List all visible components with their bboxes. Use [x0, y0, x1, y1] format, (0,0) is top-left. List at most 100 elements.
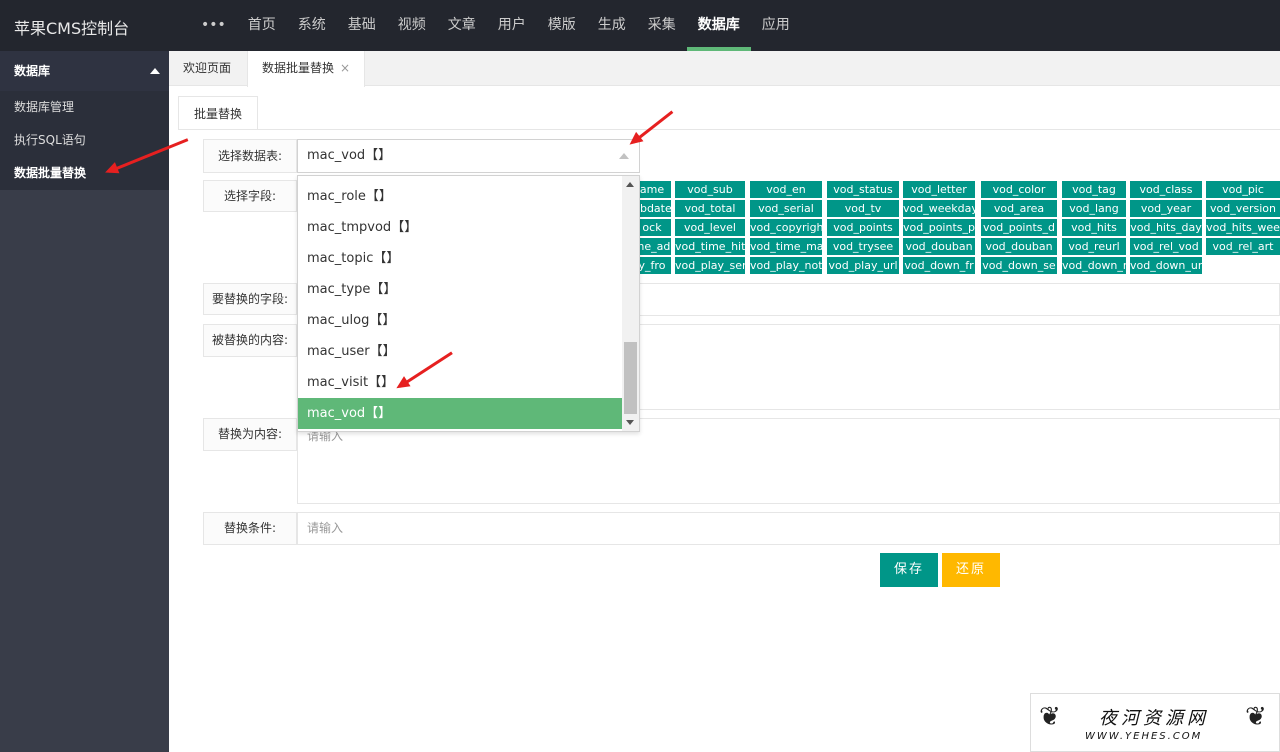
sidebar-item-batch-replace[interactable]: 数据批量替换 — [0, 157, 169, 190]
table-select[interactable]: mac_vod【】 — [297, 139, 640, 173]
field-chip[interactable]: vod_reurl — [1062, 238, 1126, 255]
field-chip[interactable]: vod_time_hits — [675, 238, 745, 255]
close-icon[interactable]: × — [340, 61, 350, 75]
field-chip[interactable]: vod_play_url — [827, 257, 899, 274]
field-chip[interactable]: vod_lang — [1062, 200, 1126, 217]
dropdown-option[interactable]: mac_visit【】 — [298, 367, 622, 398]
field-chip[interactable]: vod_level — [675, 219, 745, 236]
field-chip[interactable]: vod_douban — [903, 238, 975, 255]
field-chip[interactable]: vod_rel_vod — [1130, 238, 1202, 255]
field-chip[interactable]: vod_hits_day — [1130, 219, 1202, 236]
caret-up-icon — [150, 68, 160, 74]
subtab-divider — [178, 129, 1280, 130]
field-chip[interactable]: vod_copyright — [750, 219, 822, 236]
field-chip[interactable]: vod_play_ser — [675, 257, 745, 274]
ornament-icon: ❦ — [1039, 702, 1061, 732]
field-chip[interactable]: vod_letter — [903, 181, 975, 198]
top-nav-user[interactable]: 用户 — [487, 0, 537, 51]
top-nav-system[interactable]: 系统 — [287, 0, 337, 51]
dropdown-option[interactable]: mac_type【】 — [298, 274, 622, 305]
field-chip[interactable]: vod_douban — [981, 238, 1057, 255]
dropdown-option[interactable]: mac_role【】 — [298, 181, 622, 212]
ornament-icon: ❦ — [1245, 702, 1267, 732]
condition-input[interactable]: 请输入 — [297, 512, 1280, 545]
field-chip[interactable]: vod_down_se — [981, 257, 1057, 274]
replace-with-label: 替换为内容: — [203, 418, 297, 451]
field-chip[interactable]: vod_en — [750, 181, 822, 198]
field-chip[interactable]: vod_points — [827, 219, 899, 236]
top-nav-database[interactable]: 数据库 — [686, 0, 751, 51]
field-chip[interactable]: vod_weekday — [903, 200, 975, 217]
watermark: ❦ 夜河资源网 WWW.YEHES.COM ❦ — [1030, 693, 1280, 752]
top-nav-home[interactable]: 首页 — [237, 0, 287, 51]
dropdown-option[interactable]: mac_ulog【】 — [298, 305, 622, 336]
field-chip[interactable]: vod_down_fr — [903, 257, 975, 274]
reset-button[interactable]: 还原 — [942, 553, 1000, 587]
select-field-label: 选择字段: — [203, 180, 297, 212]
top-nav-article[interactable]: 文章 — [437, 0, 487, 51]
field-chip[interactable]: vod_down_ur — [1130, 257, 1202, 274]
tab-welcome[interactable]: 欢迎页面 — [169, 51, 245, 86]
scroll-down-icon[interactable] — [626, 420, 634, 425]
tab-batch-replace-label: 数据批量替换 — [262, 61, 335, 75]
dropdown-option[interactable]: mac_user【】 — [298, 336, 622, 367]
top-nav-generate[interactable]: 生成 — [587, 0, 637, 51]
field-chip[interactable]: vod_trysee — [827, 238, 899, 255]
select-table-label: 选择数据表: — [203, 139, 297, 173]
chevron-up-icon — [619, 153, 629, 159]
subtab-batch-replace[interactable]: 批量替换 — [178, 96, 258, 130]
field-chip[interactable]: vod_rel_art — [1206, 238, 1280, 255]
sidebar-item-exec-sql[interactable]: 执行SQL语句 — [0, 124, 169, 157]
dropdown-option[interactable]: mac_tmpvod【】 — [298, 212, 622, 243]
table-dropdown-list: mac_role【】 mac_tmpvod【】 mac_topic【】 mac_… — [297, 175, 640, 432]
condition-label: 替换条件: — [203, 512, 297, 545]
tab-bar: 欢迎页面 数据批量替换 × — [169, 51, 1280, 87]
top-nav-basic[interactable]: 基础 — [337, 0, 387, 51]
field-chip[interactable]: vod_tv — [827, 200, 899, 217]
top-nav-collect[interactable]: 采集 — [637, 0, 687, 51]
field-chip[interactable]: vod_tag — [1062, 181, 1126, 198]
brand-title: 苹果CMS控制台 — [14, 19, 130, 38]
condition-placeholder: 请输入 — [307, 521, 344, 535]
sidebar-header-label: 数据库 — [14, 64, 51, 78]
dropdown-option[interactable]: mac_topic【】 — [298, 243, 622, 274]
top-nav-more[interactable]: ••• — [190, 0, 237, 51]
field-chip[interactable]: vod_status — [827, 181, 899, 198]
tab-welcome-label: 欢迎页面 — [183, 61, 232, 75]
replaced-content-label: 被替换的内容: — [203, 324, 297, 357]
field-chip[interactable]: vod_play_not — [750, 257, 822, 274]
tab-batch-replace[interactable]: 数据批量替换 × — [247, 51, 366, 87]
field-chip[interactable]: vod_serial — [750, 200, 822, 217]
field-chip[interactable]: vod_area — [981, 200, 1057, 217]
sidebar-item-db-manage[interactable]: 数据库管理 — [0, 91, 169, 124]
top-bar: 苹果CMS控制台 ••• 首页 系统 基础 视频 文章 用户 模版 生成 采集 … — [0, 0, 1280, 51]
field-chip[interactable]: vod_sub — [675, 181, 745, 198]
field-chip[interactable]: vod_hits — [1062, 219, 1126, 236]
field-chip[interactable]: vod_color — [981, 181, 1057, 198]
field-chip[interactable]: vod_down_no — [1062, 257, 1126, 274]
field-chip[interactable]: vod_pic — [1206, 181, 1280, 198]
field-chip[interactable]: vod_points_p — [903, 219, 975, 236]
top-nav: ••• 首页 系统 基础 视频 文章 用户 模版 生成 采集 数据库 应用 — [190, 0, 801, 51]
dropdown-option-selected[interactable]: mac_vod【】 — [298, 398, 622, 429]
scrollbar-thumb[interactable] — [624, 342, 637, 414]
sidebar-submenu: 数据库管理 执行SQL语句 数据批量替换 — [0, 91, 169, 190]
table-select-value: mac_vod【】 — [307, 148, 392, 163]
scroll-up-icon[interactable] — [626, 182, 634, 187]
field-chip[interactable]: vod_time_ma — [750, 238, 822, 255]
field-chip[interactable]: vod_version — [1206, 200, 1280, 217]
dropdown-scrollbar[interactable] — [622, 176, 639, 431]
top-nav-video[interactable]: 视频 — [387, 0, 437, 51]
field-chip[interactable]: vod_class — [1130, 181, 1202, 198]
watermark-title: 夜河资源网 — [1099, 708, 1209, 729]
field-chip[interactable]: vod_points_d — [981, 219, 1057, 236]
save-button[interactable]: 保存 — [880, 553, 938, 587]
sidebar-header[interactable]: 数据库 — [0, 51, 169, 91]
annotation-arrow — [632, 110, 674, 144]
field-chip[interactable]: vod_year — [1130, 200, 1202, 217]
field-chip[interactable]: vod_total — [675, 200, 745, 217]
field-chip[interactable]: vod_hits_wee — [1206, 219, 1280, 236]
watermark-url: WWW.YEHES.COM — [1085, 731, 1203, 742]
top-nav-template[interactable]: 模版 — [537, 0, 587, 51]
top-nav-apps[interactable]: 应用 — [751, 0, 801, 51]
